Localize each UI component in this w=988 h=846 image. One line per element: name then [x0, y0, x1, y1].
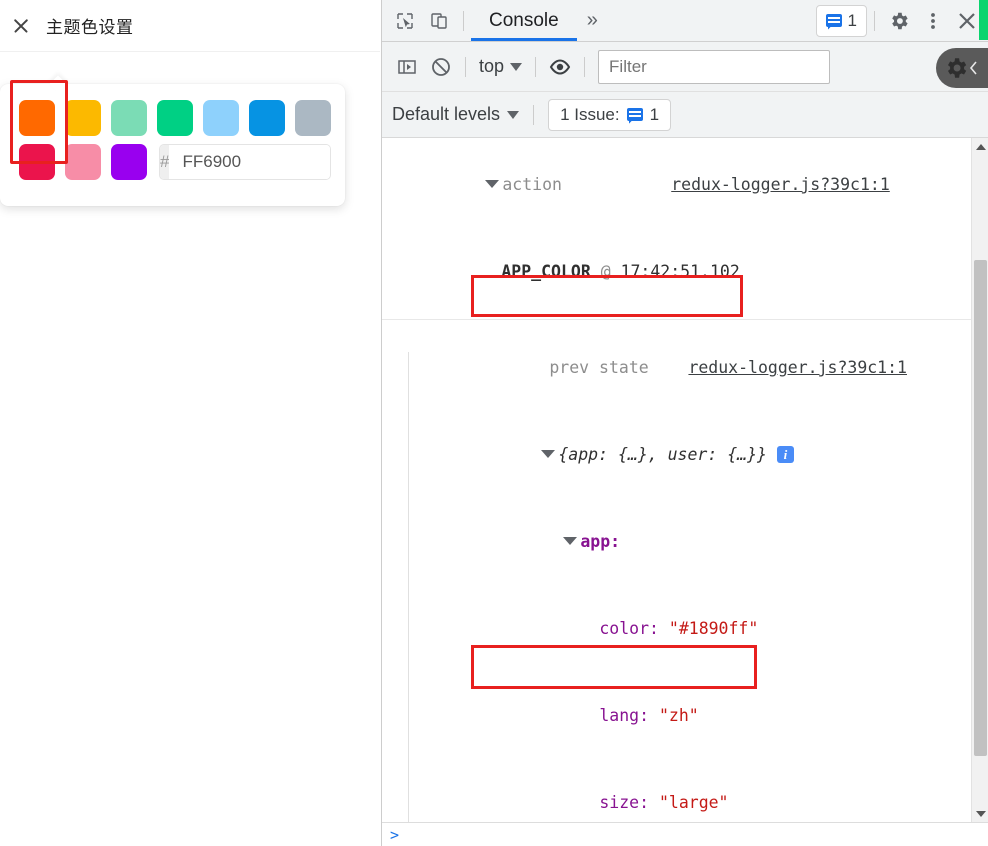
- divider: [584, 56, 586, 77]
- divider: [874, 10, 875, 31]
- cursor-select-icon[interactable]: [388, 5, 422, 37]
- swatch-blue[interactable]: [249, 100, 285, 136]
- prop-key-color: color:: [599, 619, 659, 638]
- execution-context-label: top: [479, 56, 505, 76]
- swatch-purple[interactable]: [111, 144, 147, 180]
- device-toolbar-icon[interactable]: [422, 5, 456, 37]
- console-log-body[interactable]: action redux-logger.js?39c1:1 APP_COLOR …: [382, 138, 988, 822]
- divider: [535, 56, 537, 77]
- group-label: prev state: [549, 358, 649, 377]
- prop-value-lang: "zh": [658, 706, 699, 725]
- indent-rail: [408, 352, 409, 822]
- source-link[interactable]: redux-logger.js?39c1:1: [688, 358, 907, 377]
- devtools-panel: Console » 1 top Filter Default levels 1 …: [381, 0, 988, 846]
- action-type: APP_COLOR: [501, 262, 591, 281]
- log-line: prev state redux-logger.js?39c1:1: [382, 324, 971, 411]
- console-levels-row: Default levels 1 Issue: 1: [382, 92, 988, 138]
- log-group-prev-state[interactable]: prev state redux-logger.js?39c1:1 {app: …: [382, 320, 971, 822]
- info-icon[interactable]: i: [776, 446, 794, 463]
- log-line: color: "#1890ff": [382, 585, 971, 672]
- object-summary: {app: {…}, user: {…}}: [558, 445, 767, 464]
- console-log-scroll: action redux-logger.js?39c1:1 APP_COLOR …: [382, 138, 971, 822]
- swatch-row-2: #: [19, 144, 331, 180]
- divider: [463, 10, 464, 31]
- log-line: {app: {…}, user: {…}} i: [382, 411, 971, 498]
- log-line: lang: "zh": [382, 672, 971, 759]
- console-toolbar: top: [382, 42, 988, 92]
- devtools-tabbar: Console » 1: [382, 0, 988, 42]
- hex-prefix-label: #: [160, 145, 170, 179]
- gear-collapse-icon[interactable]: [936, 48, 988, 88]
- issues-label: 1 Issue:: [560, 104, 620, 124]
- source-link[interactable]: redux-logger.js?39c1:1: [671, 175, 890, 194]
- console-prompt[interactable]: >: [382, 822, 988, 846]
- log-line: size: "large": [382, 759, 971, 822]
- chevron-down-icon: [510, 62, 523, 71]
- gear-icon[interactable]: [882, 5, 916, 37]
- prop-value-color: "#1890ff": [668, 619, 759, 638]
- app-pane: 主题色设置 #: [0, 0, 380, 846]
- scrollbar-thumb[interactable]: [974, 260, 987, 756]
- log-line: app:: [382, 498, 971, 585]
- tab-console[interactable]: Console: [471, 0, 577, 41]
- more-vertical-icon[interactable]: [916, 5, 950, 37]
- console-sidebar-icon[interactable]: [390, 51, 424, 83]
- chevron-down-icon: [507, 110, 520, 119]
- swatch-mint[interactable]: [111, 100, 147, 136]
- issues-counter-button[interactable]: 1: [815, 4, 867, 37]
- clear-console-icon[interactable]: [424, 51, 458, 83]
- swatch-green[interactable]: [157, 100, 193, 136]
- prop-key-size: size:: [599, 793, 650, 812]
- prop-key-lang: lang:: [599, 706, 650, 725]
- popover-arrow: [49, 75, 67, 93]
- swatch-crimson[interactable]: [19, 144, 55, 180]
- live-expression-icon[interactable]: [543, 51, 577, 83]
- app-header: 主题色设置: [0, 0, 380, 52]
- theme-color-popover: #: [0, 75, 345, 206]
- scroll-down-arrow-icon[interactable]: [972, 805, 988, 822]
- action-timestamp: 17:42:51.102: [620, 262, 740, 281]
- swatch-orange[interactable]: [19, 100, 55, 136]
- execution-context-select[interactable]: top: [473, 56, 528, 77]
- log-line: action redux-logger.js?39c1:1: [382, 141, 971, 228]
- message-icon: [825, 14, 842, 27]
- object-key-app: app:: [580, 532, 621, 551]
- divider: [533, 104, 535, 125]
- prompt-caret-icon: >: [390, 825, 400, 844]
- log-line: APP_COLOR @ 17:42:51.102: [382, 228, 971, 315]
- green-edge-strip: [979, 0, 988, 40]
- swatch-pink[interactable]: [65, 144, 101, 180]
- color-swatch-grid: #: [19, 100, 331, 188]
- hex-color-input[interactable]: [169, 145, 330, 179]
- console-scrollbar[interactable]: [971, 138, 988, 822]
- issues-badge-count: 1: [649, 104, 660, 124]
- log-group-action-header[interactable]: action redux-logger.js?39c1:1 APP_COLOR …: [382, 138, 971, 320]
- prop-value-size: "large": [658, 793, 729, 812]
- swatch-row-1: [19, 100, 331, 136]
- log-level-label: Default levels: [392, 104, 501, 124]
- chevron-down-icon[interactable]: [563, 537, 578, 545]
- at-symbol: @: [600, 262, 611, 281]
- tabbar-right-group: 1: [815, 4, 988, 37]
- group-label: action: [502, 175, 562, 194]
- swatch-amber[interactable]: [65, 100, 101, 136]
- issues-summary-badge[interactable]: 1 Issue: 1: [548, 98, 672, 131]
- page-title: 主题色设置: [46, 18, 134, 38]
- scroll-up-arrow-icon[interactable]: [972, 138, 988, 155]
- swatch-gray[interactable]: [295, 100, 331, 136]
- swatch-light-blue[interactable]: [203, 100, 239, 136]
- more-tabs-icon[interactable]: »: [577, 9, 606, 32]
- issues-count: 1: [847, 10, 857, 30]
- log-level-select[interactable]: Default levels: [392, 104, 520, 125]
- hex-color-field: #: [159, 144, 331, 180]
- close-x-icon[interactable]: [10, 15, 32, 37]
- chevron-down-icon[interactable]: [485, 180, 500, 188]
- divider: [465, 56, 466, 77]
- message-icon: [626, 108, 643, 121]
- filter-input[interactable]: [598, 49, 831, 84]
- chevron-down-icon[interactable]: [541, 450, 556, 458]
